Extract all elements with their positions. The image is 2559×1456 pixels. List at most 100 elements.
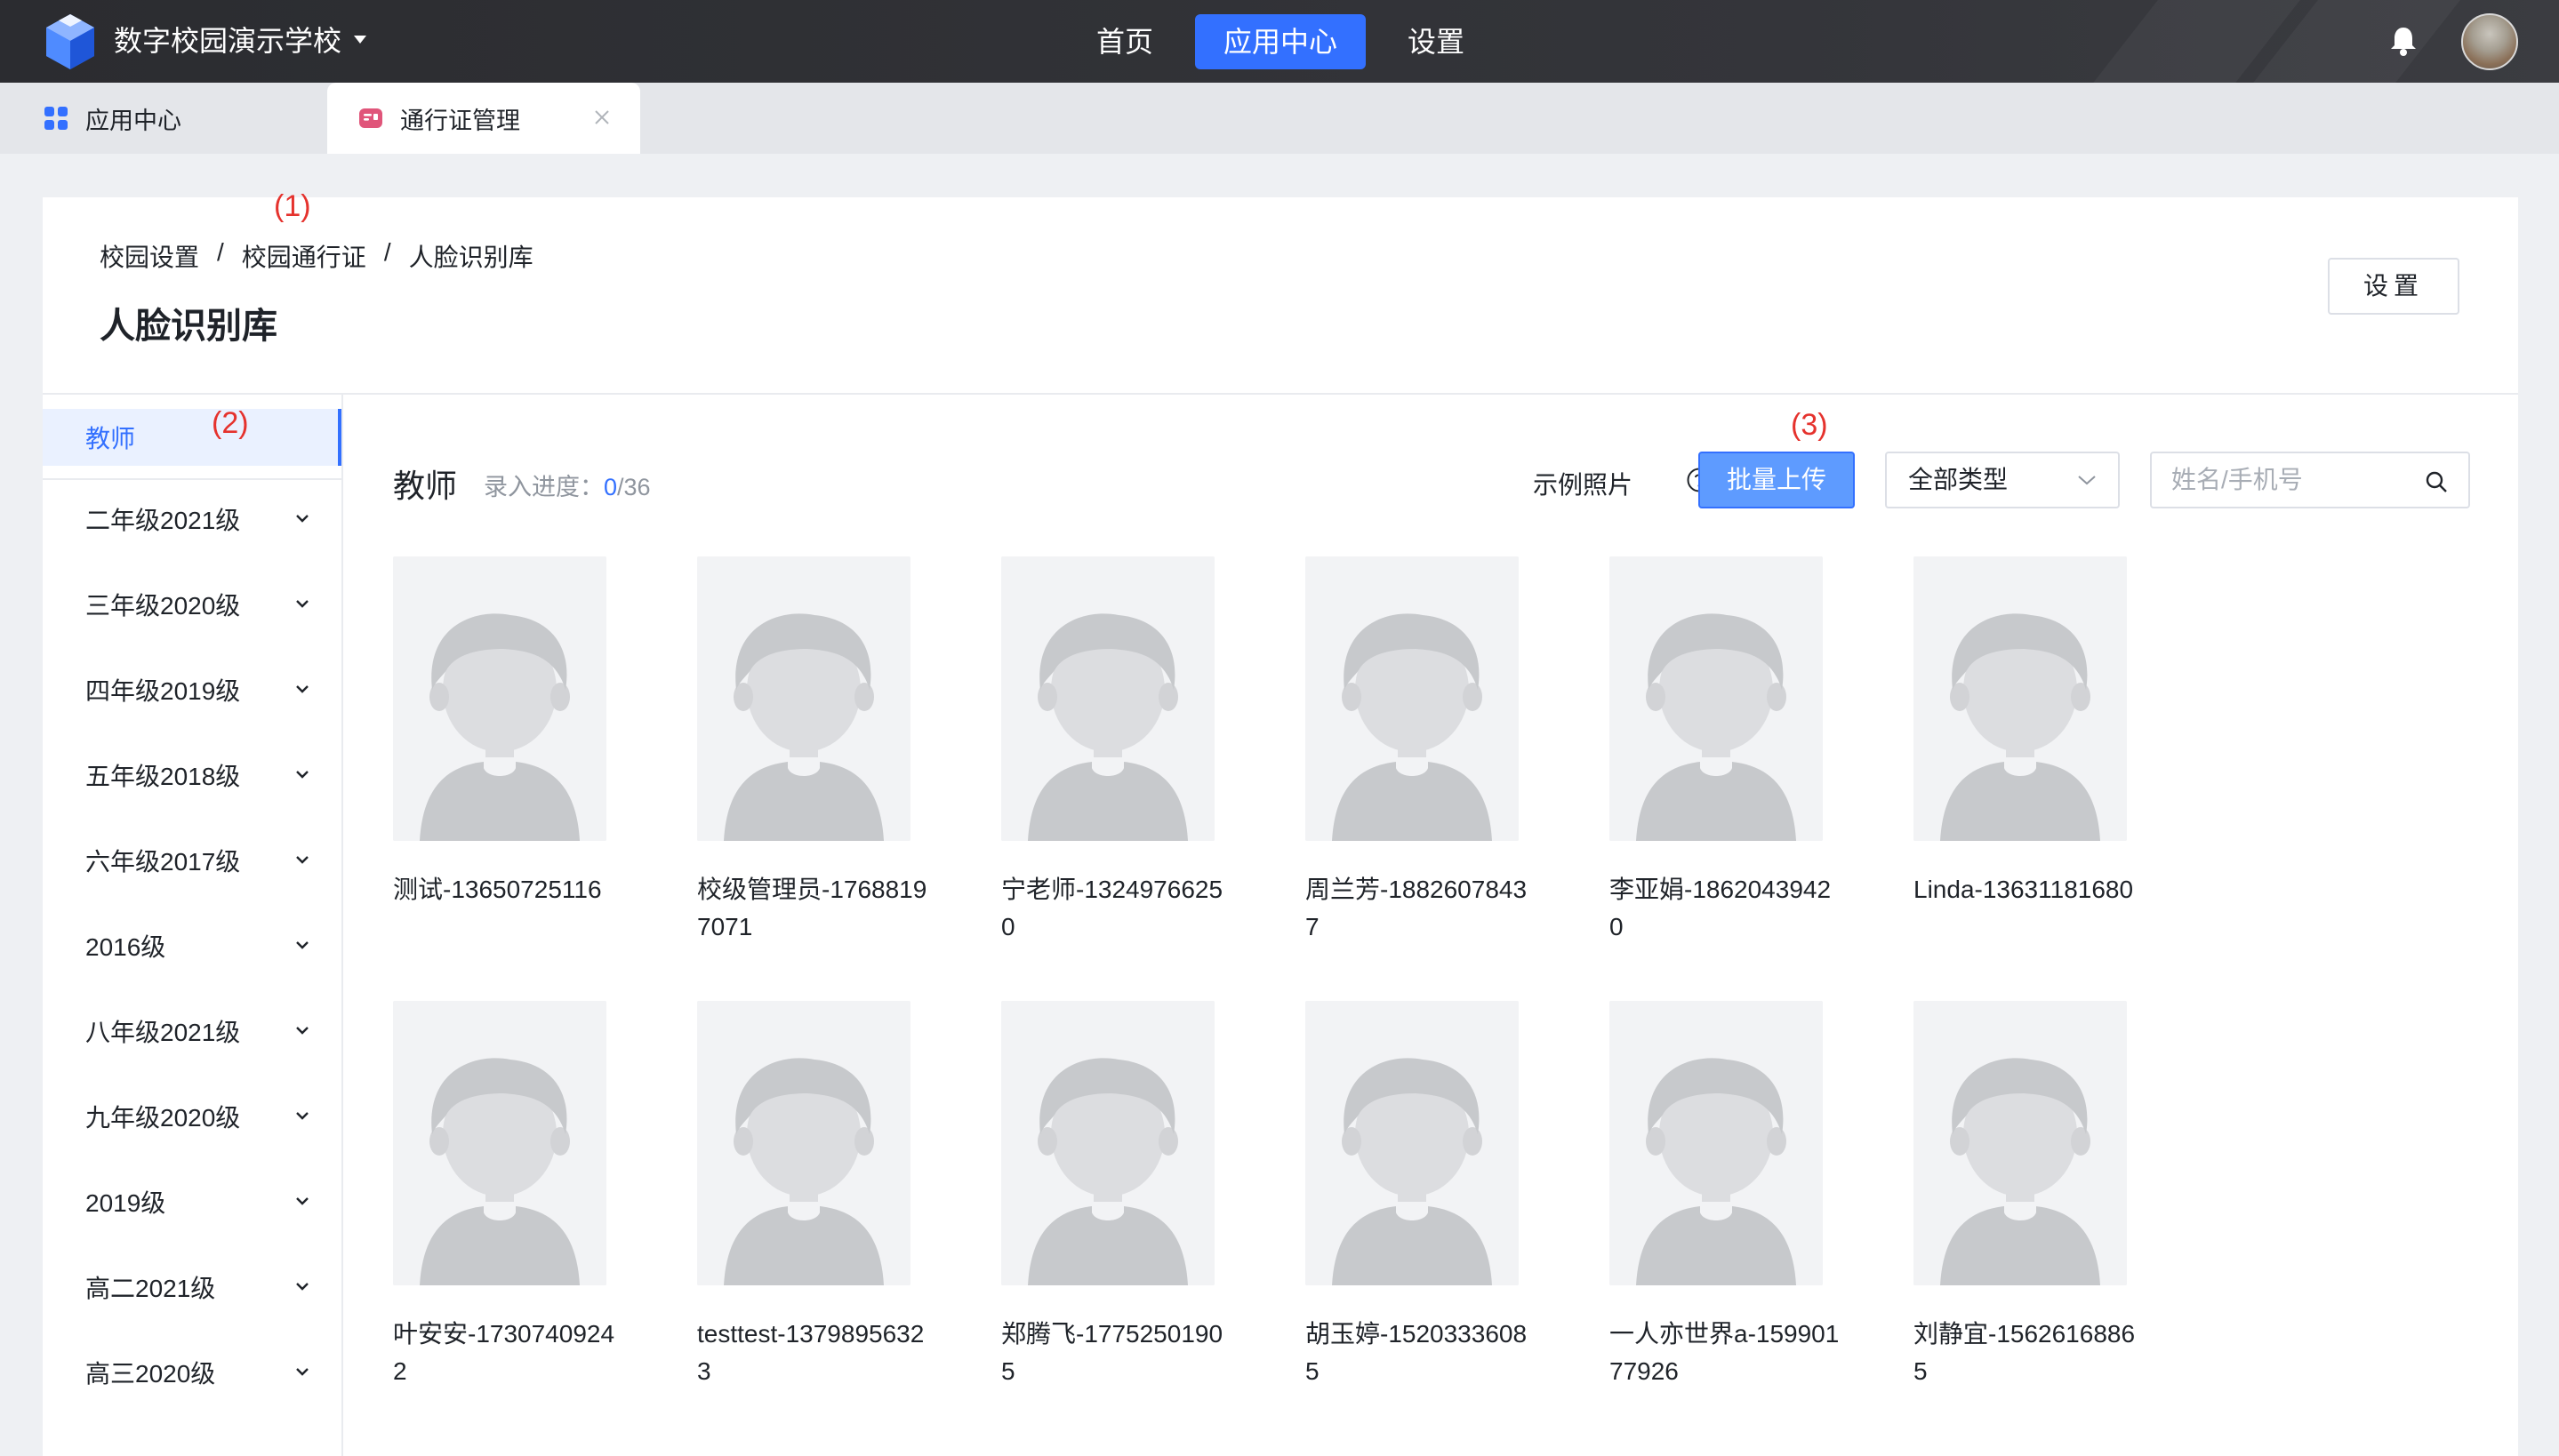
placeholder-avatar-icon bbox=[1001, 1001, 1215, 1285]
sidebar-item-grade[interactable]: 高三2020级 bbox=[43, 1344, 341, 1401]
sidebar-divider bbox=[43, 478, 341, 480]
face-photo-placeholder[interactable] bbox=[1609, 556, 1823, 841]
chevron-down-icon bbox=[296, 1368, 309, 1376]
school-name[interactable]: 数字校园演示学校 bbox=[114, 23, 341, 59]
batch-upload-button[interactable]: 批量上传 bbox=[1698, 452, 1855, 508]
chevron-down-icon bbox=[296, 1197, 309, 1205]
school-switch-caret-icon[interactable] bbox=[354, 36, 366, 44]
person-name-phone: 刘静宜-15626168865 bbox=[1913, 1320, 2136, 1385]
person-card[interactable]: 宁老师-13249766250 bbox=[1001, 556, 1232, 946]
tab-bar: 应用中心 通行证管理 bbox=[0, 83, 2559, 154]
sidebar-item-grade[interactable]: 二年级2021级 bbox=[43, 491, 341, 548]
face-photo-placeholder[interactable] bbox=[1609, 1001, 1823, 1285]
placeholder-avatar-icon bbox=[393, 556, 606, 841]
sidebar-item-grade[interactable]: 2019级 bbox=[43, 1173, 341, 1230]
sidebar-item-grade[interactable]: 五年级2018级 bbox=[43, 747, 341, 804]
annotation-marker: (2) bbox=[212, 406, 249, 440]
person-card[interactable]: 刘静宜-15626168865 bbox=[1913, 1001, 2145, 1390]
chevron-down-icon bbox=[296, 1112, 309, 1120]
person-name-phone: 叶安安-17307409242 bbox=[393, 1320, 615, 1385]
breadcrumb-item[interactable]: 校园通行证 bbox=[242, 238, 366, 274]
sidebar-item-label: 九年级2020级 bbox=[85, 1104, 241, 1132]
entry-progress: 录入进度：0/36 bbox=[484, 468, 651, 502]
sample-photo-link[interactable]: 示例照片 bbox=[1533, 466, 1632, 501]
progress-done: 0 bbox=[604, 474, 618, 500]
face-photo-placeholder[interactable] bbox=[1913, 1001, 2127, 1285]
breadcrumb-separator: / bbox=[383, 238, 391, 266]
person-name-phone: 测试-13650725116 bbox=[393, 876, 602, 903]
person-name-phone: 校级管理员-17688197071 bbox=[697, 876, 927, 940]
face-photo-placeholder[interactable] bbox=[1001, 556, 1215, 841]
id-card-icon bbox=[359, 108, 382, 128]
user-avatar[interactable] bbox=[2461, 13, 2518, 70]
annotation-marker: (1) bbox=[274, 189, 311, 223]
person-card[interactable]: 李亚娟-18620439420 bbox=[1609, 556, 1841, 946]
person-card[interactable]: 一人亦世界a-15990177926 bbox=[1609, 1001, 1841, 1390]
tab-pass-management[interactable]: 通行证管理 bbox=[327, 83, 640, 154]
sidebar-item-grade[interactable]: 2016级 bbox=[43, 917, 341, 974]
person-name-phone: 宁老师-13249766250 bbox=[1001, 876, 1223, 940]
nav-home[interactable]: 首页 bbox=[1076, 14, 1174, 69]
placeholder-avatar-icon bbox=[697, 556, 910, 841]
sidebar-item-grade[interactable]: 六年级2017级 bbox=[43, 832, 341, 889]
face-photo-placeholder[interactable] bbox=[697, 1001, 910, 1285]
chevron-down-icon bbox=[296, 515, 309, 523]
notification-bell-icon[interactable] bbox=[2386, 23, 2421, 59]
nav-app-center[interactable]: 应用中心 bbox=[1195, 14, 1366, 69]
person-name-phone: 胡玉婷-15203336085 bbox=[1305, 1320, 1528, 1385]
placeholder-avatar-icon bbox=[1913, 556, 2127, 841]
tab-app-center[interactable]: 应用中心 bbox=[0, 83, 327, 154]
main-card: (1) 校园设置 / 校园通行证 / 人脸识别库 人脸识别库 设置 教师 (2)… bbox=[43, 189, 2518, 1456]
tab-label: 通行证管理 bbox=[400, 107, 520, 134]
search-icon[interactable] bbox=[2424, 469, 2449, 494]
face-photo-placeholder[interactable] bbox=[1305, 1001, 1519, 1285]
breadcrumb-separator: / bbox=[217, 238, 224, 266]
face-photo-placeholder[interactable] bbox=[697, 556, 910, 841]
sidebar-item-grade[interactable]: 高二2021级 bbox=[43, 1259, 341, 1316]
person-card[interactable]: 测试-13650725116 bbox=[393, 556, 624, 908]
sidebar-item-grade[interactable]: 九年级2020级 bbox=[43, 1088, 341, 1145]
sidebar-item-label: 四年级2019级 bbox=[85, 677, 241, 705]
person-card[interactable]: 郑腾飞-17752501905 bbox=[1001, 1001, 1232, 1390]
settings-button[interactable]: 设置 bbox=[2328, 258, 2459, 315]
placeholder-avatar-icon bbox=[1609, 556, 1823, 841]
sidebar-item-label: 六年级2017级 bbox=[85, 848, 241, 876]
person-name-phone: Linda-13631181680 bbox=[1913, 876, 2134, 903]
search-input[interactable] bbox=[2171, 464, 2411, 496]
sidebar-item-label: 2016级 bbox=[85, 933, 166, 961]
nav-settings[interactable]: 设置 bbox=[1387, 14, 1485, 69]
face-photo-placeholder[interactable] bbox=[393, 556, 606, 841]
breadcrumb: 校园设置 / 校园通行证 / 人脸识别库 bbox=[100, 238, 533, 274]
sidebar-item-grade[interactable]: 四年级2019级 bbox=[43, 661, 341, 718]
person-card[interactable]: testtest-13798956323 bbox=[697, 1001, 928, 1390]
person-card[interactable]: Linda-13631181680 bbox=[1913, 556, 2145, 908]
chevron-down-icon bbox=[2078, 476, 2096, 485]
sidebar-item-label: 教师 bbox=[85, 425, 136, 452]
sidebar-item-teachers[interactable]: 教师 bbox=[43, 409, 341, 466]
face-photo-placeholder[interactable] bbox=[393, 1001, 606, 1285]
face-photo-placeholder[interactable] bbox=[1913, 556, 2127, 841]
tab-label: 应用中心 bbox=[85, 107, 181, 134]
person-card[interactable]: 校级管理员-17688197071 bbox=[697, 556, 928, 946]
sidebar-item-label: 2019级 bbox=[85, 1189, 166, 1217]
person-card[interactable]: 胡玉婷-15203336085 bbox=[1305, 1001, 1536, 1390]
sidebar-item-label: 八年级2021级 bbox=[85, 1019, 241, 1046]
person-name-phone: 周兰芳-18826078437 bbox=[1305, 876, 1528, 940]
face-photo-placeholder[interactable] bbox=[1305, 556, 1519, 841]
placeholder-avatar-icon bbox=[1305, 1001, 1519, 1285]
person-card[interactable]: 叶安安-17307409242 bbox=[393, 1001, 624, 1390]
person-name-phone: testtest-13798956323 bbox=[697, 1320, 925, 1385]
search-box bbox=[2150, 452, 2470, 508]
type-filter-select[interactable]: 全部类型 bbox=[1885, 452, 2120, 508]
sidebar-item-label: 五年级2018级 bbox=[85, 763, 241, 790]
sidebar-item-grade[interactable]: 八年级2021级 bbox=[43, 1003, 341, 1060]
face-photo-placeholder[interactable] bbox=[1001, 1001, 1215, 1285]
school-logo-icon bbox=[46, 14, 94, 69]
chevron-down-icon bbox=[296, 600, 309, 608]
sidebar-item-label: 二年级2021级 bbox=[85, 507, 241, 534]
close-icon[interactable] bbox=[592, 108, 612, 127]
person-card[interactable]: 周兰芳-18826078437 bbox=[1305, 556, 1536, 946]
sidebar-item-grade[interactable]: 三年级2020级 bbox=[43, 576, 341, 633]
breadcrumb-item[interactable]: 校园设置 bbox=[100, 238, 199, 274]
placeholder-avatar-icon bbox=[1001, 556, 1215, 841]
